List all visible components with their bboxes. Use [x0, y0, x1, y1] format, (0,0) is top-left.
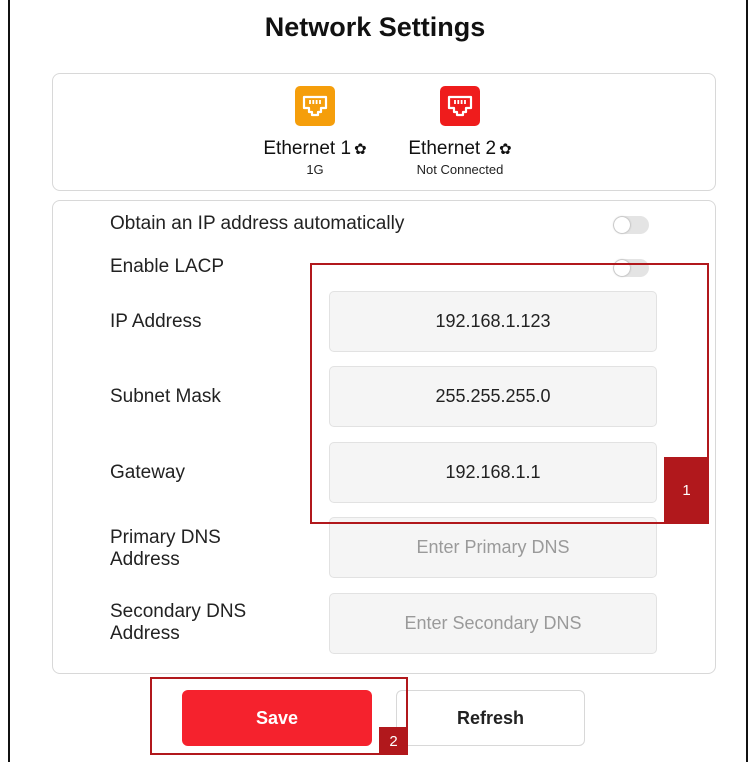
callout-number-1: 1 [664, 457, 709, 524]
gear-icon[interactable]: ✿ [354, 141, 367, 158]
primary-dns-field[interactable] [329, 517, 657, 578]
subnet-mask-label: Subnet Mask [110, 386, 221, 407]
primary-dns-label: Primary DNS Address [110, 527, 221, 570]
lacp-label: Enable LACP [110, 256, 225, 277]
refresh-button[interactable]: Refresh [396, 690, 585, 746]
ip-address-label: IP Address [110, 311, 202, 332]
secondary-dns-field[interactable] [329, 593, 657, 654]
secondary-dns-label: Secondary DNS Address [110, 601, 247, 644]
gear-icon[interactable]: ✿ [499, 141, 512, 158]
callout-number-2: 2 [379, 727, 408, 755]
auto-ip-toggle[interactable] [613, 216, 649, 234]
ethernet-2-name: Ethernet 2 [408, 138, 497, 159]
ethernet-ports-card: Ethernet 1 ✿ 1G Ethernet 2 ✿ Not Connected [52, 73, 716, 191]
page-title: Network Settings [264, 12, 486, 42]
ethernet-port-icon [295, 86, 335, 126]
ethernet-1-status: 1G [306, 162, 324, 177]
ethernet-1-name: Ethernet 1 [263, 138, 352, 159]
ethernet-port-icon [440, 86, 480, 126]
callout-box-1 [310, 263, 709, 524]
auto-ip-label: Obtain an IP address automatically [110, 213, 405, 234]
ethernet-1-port[interactable]: Ethernet 1 ✿ 1G [245, 86, 385, 177]
ethernet-2-status: Not Connected [416, 162, 504, 177]
ethernet-2-port[interactable]: Ethernet 2 ✿ Not Connected [385, 86, 535, 177]
gateway-label: Gateway [110, 462, 185, 483]
callout-box-2 [150, 677, 408, 755]
